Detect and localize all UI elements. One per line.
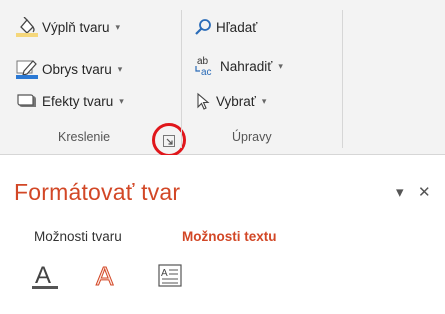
shape-fill-label: Výplň tvaru (42, 19, 110, 35)
svg-text:A: A (96, 261, 114, 291)
replace-label: Nahradiť (220, 58, 273, 74)
group-divider (181, 10, 182, 148)
replace-button[interactable]: ab ac Nahradiť ▾ (194, 55, 283, 77)
shape-effects-button[interactable]: Efekty tvaru ▾ (16, 90, 124, 112)
pane-options-dropdown[interactable]: ▾ (396, 183, 404, 201)
svg-text:ab: ab (197, 56, 209, 67)
chevron-down-icon: ▾ (119, 95, 124, 106)
select-label: Vybrať (216, 93, 256, 109)
select-cursor-icon (197, 92, 210, 110)
find-button[interactable]: Hľadať (194, 16, 257, 38)
shape-effects-label: Efekty tvaru (42, 93, 114, 109)
text-effects-icon[interactable]: A (94, 261, 120, 291)
find-label: Hľadať (216, 19, 258, 35)
select-button[interactable]: Vybrať ▾ (194, 90, 266, 112)
search-icon (195, 19, 211, 35)
tab-shape-options[interactable]: Možnosti tvaru (34, 229, 122, 244)
text-fill-outline-icon[interactable]: A (32, 261, 58, 291)
svg-text:A: A (161, 268, 168, 279)
ribbon: Výplň tvaru ▾ Obrys tvaru ▾ Efekty tvaru… (0, 0, 445, 157)
chevron-down-icon: ▾ (117, 63, 123, 74)
svg-text:A: A (35, 262, 51, 289)
svg-text:ac: ac (201, 67, 212, 77)
replace-icon: ab ac (195, 56, 212, 77)
editing-group-label: Úpravy (232, 130, 272, 144)
paint-bucket-icon (16, 17, 38, 37)
pane-title: Formátovať tvar (14, 179, 181, 205)
drawing-group-label: Kreslenie (58, 130, 111, 144)
pencil-outline-icon (16, 60, 38, 79)
shape-effects-icon (17, 94, 36, 107)
chevron-down-icon: ▾ (278, 60, 283, 71)
shape-fill-button[interactable]: Výplň tvaru ▾ (16, 16, 120, 38)
format-shape-pane: Formátovať tvar ▾ ✕ Možnosti tvaru Možno… (0, 155, 445, 314)
textbox-icon[interactable]: A (158, 261, 184, 291)
group-divider (342, 10, 343, 148)
tab-text-options[interactable]: Možnosti textu (182, 229, 277, 244)
shape-outline-label: Obrys tvaru (42, 61, 112, 77)
shape-outline-button[interactable]: Obrys tvaru ▾ (16, 58, 122, 80)
chevron-down-icon: ▾ (261, 95, 267, 106)
chevron-down-icon: ▾ (115, 21, 121, 32)
close-icon[interactable]: ✕ (418, 183, 431, 201)
